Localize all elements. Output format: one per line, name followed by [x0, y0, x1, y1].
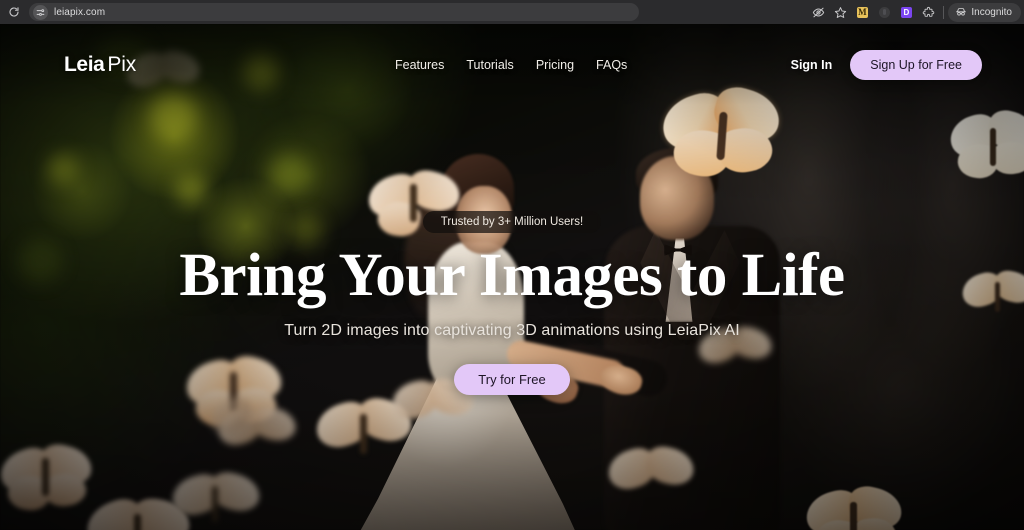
tracking-protection-eye-slash-icon[interactable] — [807, 1, 829, 23]
nav-item-pricing[interactable]: Pricing — [536, 58, 574, 72]
nav-item-features[interactable]: Features — [395, 58, 444, 72]
sign-in-link[interactable]: Sign In — [791, 58, 833, 72]
logo[interactable]: Leia Pix — [64, 53, 136, 77]
nav-item-tutorials[interactable]: Tutorials — [466, 58, 513, 72]
butterfly-icon — [603, 443, 698, 510]
sign-up-button[interactable]: Sign Up for Free — [850, 50, 982, 80]
extension-d-badge: D — [900, 6, 912, 18]
nav-links: Features Tutorials Pricing FAQs — [395, 58, 627, 72]
incognito-badge[interactable]: Incognito — [948, 2, 1021, 22]
extension-dim-badge — [878, 6, 890, 18]
trust-badge: Trusted by 3+ Million Users! — [422, 211, 602, 233]
butterfly-icon — [801, 482, 906, 530]
butterfly-icon — [958, 267, 1024, 326]
site-navigation: Leia Pix Features Tutorials Pricing FAQs… — [0, 24, 1024, 82]
reload-icon[interactable] — [3, 1, 25, 23]
bokeh-light — [175, 174, 207, 206]
butterfly-icon — [205, 393, 282, 452]
browser-toolbar-actions: M D Incognito — [807, 0, 1024, 24]
url-text: leiapix.com — [54, 6, 106, 18]
butterfly-icon — [655, 81, 786, 184]
butterfly-icon — [945, 106, 1024, 186]
toolbar-divider — [943, 5, 945, 19]
incognito-spy-icon — [956, 8, 967, 16]
nav-actions: Sign In Sign Up for Free — [791, 50, 982, 80]
extension-m-icon[interactable]: M — [851, 1, 873, 23]
butterfly-icon — [168, 468, 264, 530]
extension-m-badge: M — [856, 6, 868, 18]
address-bar[interactable]: leiapix.com — [29, 3, 639, 21]
nav-item-faqs[interactable]: FAQs — [596, 58, 627, 72]
extensions-puzzle-icon[interactable] — [917, 1, 939, 23]
bokeh-light — [48, 154, 78, 184]
incognito-label: Incognito — [971, 6, 1012, 18]
butterfly-icon — [0, 441, 96, 516]
extension-d-icon[interactable]: D — [895, 1, 917, 23]
logo-secondary-text: Pix — [107, 53, 136, 76]
tune-icon[interactable] — [33, 4, 48, 20]
hero-subheading: Turn 2D images into captivating 3D anima… — [284, 322, 740, 340]
try-for-free-button[interactable]: Try for Free — [454, 364, 570, 396]
bokeh-light — [18, 239, 62, 283]
logo-primary-text: Leia — [64, 53, 105, 76]
web-page: Leia Pix Features Tutorials Pricing FAQs… — [0, 24, 1024, 530]
extension-dim-icon[interactable] — [873, 1, 895, 23]
browser-toolbar: leiapix.com M D Incognito — [0, 0, 1024, 24]
hero-headline: Bring Your Images to Life — [179, 242, 845, 309]
bookmark-star-icon[interactable] — [829, 1, 851, 23]
